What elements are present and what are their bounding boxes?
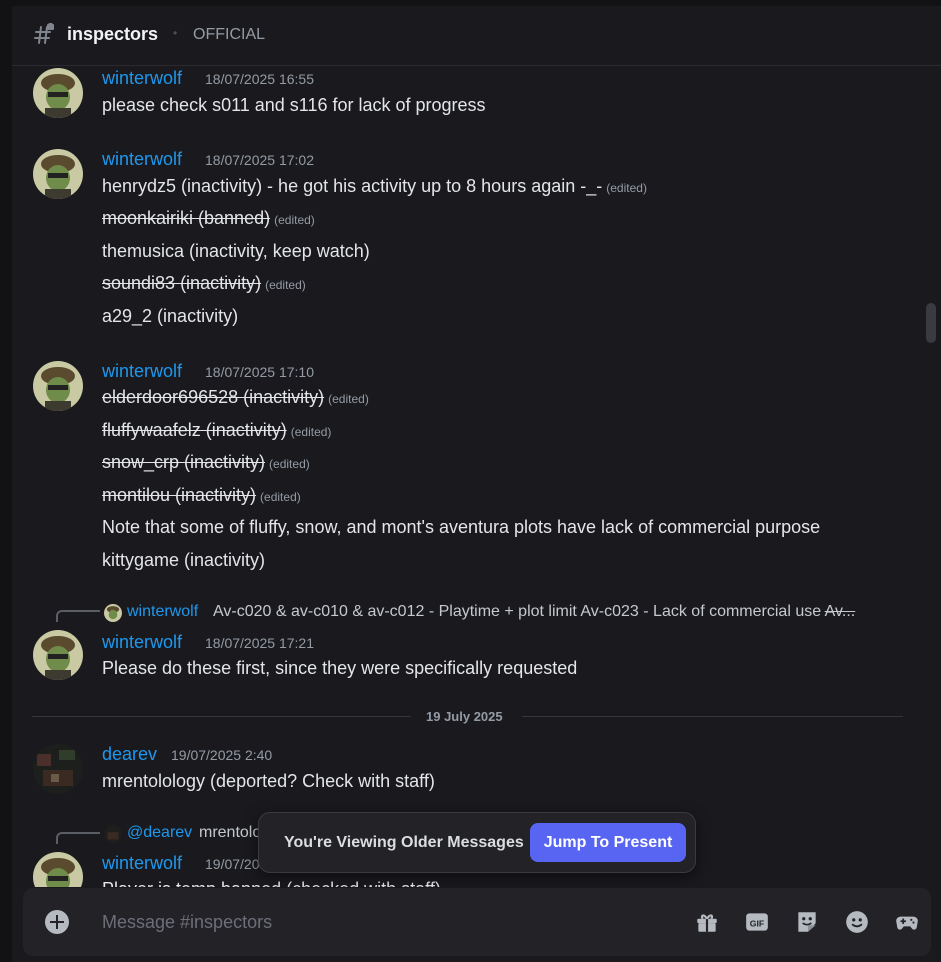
message-list[interactable]: winterwolf 18/07/2025 16:55 please check… xyxy=(12,67,941,887)
message-text-strikethrough: montilou (inactivity) xyxy=(102,485,257,505)
jump-to-present-button[interactable]: Jump To Present xyxy=(530,823,686,862)
gift-icon[interactable] xyxy=(694,909,720,935)
message-text: a29_2 (inactivity) xyxy=(102,306,239,326)
divider-line-right xyxy=(522,716,903,717)
message-content: mrentolology (deported? Check with staff… xyxy=(102,771,435,791)
avatar[interactable] xyxy=(33,361,83,411)
avatar[interactable] xyxy=(33,630,83,680)
reply-preview-text[interactable]: mrentolo xyxy=(199,824,261,842)
older-messages-text: You're Viewing Older Messages xyxy=(284,834,524,851)
avatar[interactable] xyxy=(33,852,83,887)
edited-label: (edited) xyxy=(274,213,315,227)
reply-avatar[interactable] xyxy=(104,825,122,843)
message-timestamp: 19/07/20 xyxy=(205,856,260,872)
message-content: fluffywaafelz (inactivity) (edited) xyxy=(102,420,331,441)
message-content: Please do these first, since they were s… xyxy=(102,658,578,678)
message-content: please check s011 and s116 for lack of p… xyxy=(102,95,486,115)
edited-label: (edited) xyxy=(265,278,306,292)
message-timestamp: 18/07/2025 17:02 xyxy=(205,152,314,168)
date-divider-label: 19 July 2025 xyxy=(426,709,503,724)
message-text-strikethrough: moonkairiki (banned) xyxy=(102,208,271,228)
message-input[interactable] xyxy=(102,906,662,938)
message-author[interactable]: winterwolf xyxy=(102,68,182,89)
reply-author[interactable]: @dearev xyxy=(127,824,192,842)
message-author[interactable]: winterwolf xyxy=(102,632,182,653)
header-separator: • xyxy=(173,26,178,40)
gif-icon[interactable]: GIF xyxy=(744,909,770,935)
reply-preview-strikethrough: Av... xyxy=(824,603,856,620)
add-attachment-icon[interactable] xyxy=(45,910,69,934)
message-content: Note that some of fluffy, snow, and mont… xyxy=(102,517,820,538)
message-composer: GIF xyxy=(23,888,931,956)
message-timestamp: 18/07/2025 16:55 xyxy=(205,71,314,87)
message-author[interactable]: dearev xyxy=(102,744,157,765)
reply-spine xyxy=(56,832,100,844)
message-text: kittygame (inactivity) xyxy=(102,550,266,570)
message-content: elderdoor696528 (inactivity) (edited) xyxy=(102,387,369,408)
edited-label: (edited) xyxy=(328,392,369,406)
reply-preview-text: Av-c020 & av-c010 & av-c012 - Playtime +… xyxy=(213,603,822,620)
edited-label: (edited) xyxy=(269,457,310,471)
message-content: snow_crp (inactivity) (edited) xyxy=(102,452,310,473)
message-text: themusica (inactivity, keep watch) xyxy=(102,241,370,261)
message-content: a29_2 (inactivity) xyxy=(102,306,238,327)
avatar[interactable] xyxy=(33,68,83,118)
message-content: soundi83 (inactivity) (edited) xyxy=(102,273,306,294)
message-content: henrydz5 (inactivity) - he got his activ… xyxy=(102,176,647,197)
edited-label: (edited) xyxy=(606,181,647,195)
discord-app: inspectors • OFFICIAL winterwolf 18/07/2… xyxy=(0,0,941,962)
avatar[interactable] xyxy=(33,149,83,199)
message-content: moonkairiki (banned) (edited) xyxy=(102,208,315,229)
hashtag-lock-icon xyxy=(34,23,54,44)
message-text-strikethrough: snow_crp (inactivity) xyxy=(102,452,266,472)
message-content: Player is temp banned (checked with staf… xyxy=(102,879,441,887)
message-content: montilou (inactivity) (edited) xyxy=(102,485,301,506)
message-text-strikethrough: fluffywaafelz (inactivity) xyxy=(102,420,287,440)
channel-header: inspectors • OFFICIAL xyxy=(12,6,941,66)
message-timestamp: 18/07/2025 17:10 xyxy=(205,364,314,380)
message-text: Note that some of fluffy, snow, and mont… xyxy=(102,517,821,537)
server-rail-edge xyxy=(0,0,12,962)
reply-spine xyxy=(56,610,100,622)
gif-icon-label: GIF xyxy=(750,918,764,928)
scrollbar-thumb[interactable] xyxy=(926,303,936,343)
message-author[interactable]: winterwolf xyxy=(102,149,182,170)
channel-name: inspectors xyxy=(67,24,159,44)
message-text-strikethrough: soundi83 (inactivity) xyxy=(102,273,262,293)
message-text-strikethrough: elderdoor696528 (inactivity) xyxy=(102,387,325,407)
edited-label: (edited) xyxy=(260,490,301,504)
message-text: henrydz5 (inactivity) - he got his activ… xyxy=(102,176,603,196)
emoji-icon[interactable] xyxy=(844,909,870,935)
message-author[interactable]: winterwolf xyxy=(102,853,182,874)
avatar[interactable] xyxy=(33,744,83,794)
older-messages-bar: You're Viewing Older Messages Jump To Pr… xyxy=(258,812,696,873)
divider-line-left xyxy=(32,716,411,717)
reply-avatar[interactable] xyxy=(104,604,122,622)
sticker-icon[interactable] xyxy=(794,909,820,935)
message-content: kittygame (inactivity) xyxy=(102,550,265,571)
message-timestamp: 18/07/2025 17:21 xyxy=(205,635,314,651)
message-content: themusica (inactivity, keep watch) xyxy=(102,241,370,262)
channel-topic[interactable]: OFFICIAL xyxy=(193,26,265,44)
gamepad-icon[interactable] xyxy=(894,909,920,935)
reply-preview[interactable]: Av-c020 & av-c010 & av-c012 - Playtime +… xyxy=(213,603,855,621)
edited-label: (edited) xyxy=(290,425,332,439)
message-timestamp: 19/07/2025 2:40 xyxy=(171,747,273,763)
reply-author[interactable]: winterwolf xyxy=(127,603,198,621)
channel-view: inspectors • OFFICIAL winterwolf 18/07/2… xyxy=(12,0,941,962)
message-author[interactable]: winterwolf xyxy=(102,361,182,382)
